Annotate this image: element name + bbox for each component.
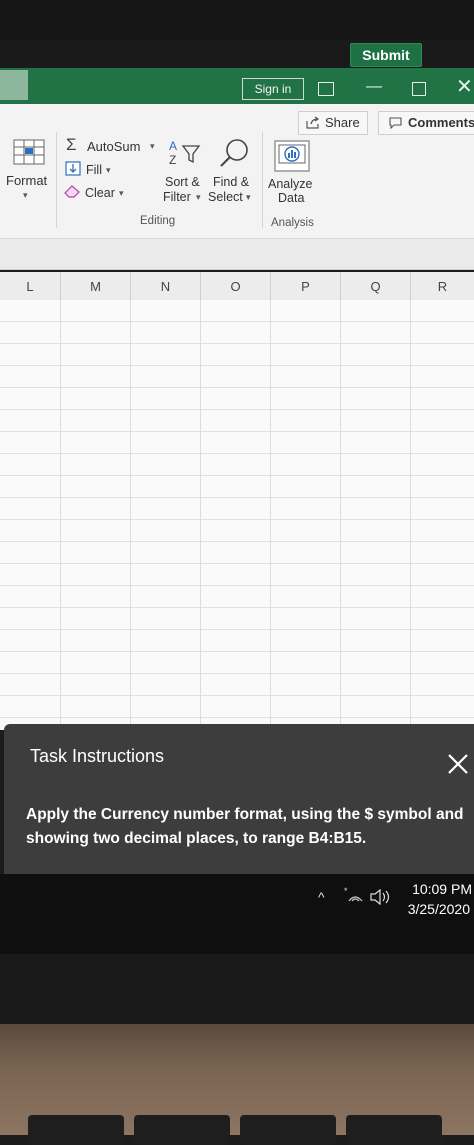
sort-filter-button[interactable]: Filter	[163, 190, 191, 204]
gridline	[130, 300, 131, 730]
editing-group-label: Editing	[140, 215, 176, 227]
column-header-q[interactable]: Q	[341, 272, 411, 300]
clock-time[interactable]: 10:09 PM	[396, 881, 472, 897]
gridline	[270, 300, 271, 730]
sort-filter-dropdown-arrow[interactable]: ▾	[196, 192, 201, 203]
worksheet-grid[interactable]	[0, 300, 474, 730]
eraser-icon	[64, 185, 80, 198]
keyboard-key	[346, 1115, 442, 1145]
task-title: Task Instructions	[30, 746, 165, 766]
sum-icon: Σ	[66, 135, 77, 154]
clear-dropdown-arrow[interactable]: ▾	[119, 188, 124, 199]
comment-icon	[389, 117, 402, 129]
analyze-data-label-line2[interactable]: Data	[278, 191, 304, 205]
analyze-data-icon[interactable]	[274, 140, 310, 172]
column-header-m[interactable]: M	[61, 272, 131, 300]
task-instructions-text: Apply the Currency number format, using …	[26, 806, 464, 847]
format-cells-icon[interactable]	[12, 138, 46, 166]
autosum-button[interactable]: AutoSum	[87, 139, 140, 154]
comments-button[interactable]: Comments	[378, 111, 474, 135]
share-icon	[306, 116, 320, 129]
find-select-dropdown-arrow[interactable]: ▾	[246, 192, 251, 203]
svg-text:Z: Z	[169, 153, 176, 167]
fill-down-icon	[65, 161, 81, 176]
autosum-dropdown-arrow[interactable]: ▾	[150, 141, 155, 152]
ribbon-separator	[262, 132, 263, 228]
format-dropdown-arrow[interactable]: ▾	[23, 190, 28, 201]
minimize-button[interactable]: —	[366, 77, 382, 97]
keyboard-key	[240, 1115, 336, 1145]
excel-title-bar	[0, 68, 474, 104]
gridline	[340, 300, 341, 730]
share-button[interactable]: Share	[298, 111, 368, 135]
volume-icon[interactable]	[370, 889, 392, 905]
svg-text:A: A	[169, 139, 177, 153]
clear-button[interactable]: Clear	[85, 186, 115, 200]
clock-date[interactable]: 3/25/2020	[396, 901, 470, 917]
find-select-button[interactable]: Select	[208, 190, 243, 204]
column-headers: L M N O P Q R	[0, 272, 474, 301]
window-close-button[interactable]: ✕	[456, 76, 474, 98]
comments-label: Comments	[408, 115, 474, 130]
sort-filter-label-line1[interactable]: Sort &	[165, 175, 200, 189]
column-header-n[interactable]: N	[131, 272, 201, 300]
share-label: Share	[325, 115, 360, 130]
gridline	[410, 300, 411, 730]
keyboard-key	[134, 1115, 230, 1145]
title-bar-left-block	[0, 70, 28, 100]
column-header-l[interactable]: L	[0, 272, 61, 300]
fill-button[interactable]: Fill	[86, 163, 102, 177]
show-hidden-icons-icon[interactable]: ^	[318, 889, 325, 905]
gridline	[60, 300, 61, 730]
sign-in-button[interactable]: Sign in	[242, 78, 304, 100]
top-strip	[0, 0, 474, 40]
svg-text:*: *	[344, 887, 348, 896]
keyboard-key	[28, 1115, 124, 1145]
wifi-icon[interactable]: *	[344, 887, 364, 903]
ribbon-separator	[56, 132, 57, 228]
column-header-r[interactable]: R	[411, 272, 474, 300]
analyze-data-button[interactable]: Analyze	[268, 177, 312, 191]
close-icon[interactable]	[446, 752, 470, 776]
search-icon	[220, 139, 248, 167]
analysis-group-label: Analysis	[271, 217, 314, 229]
restore-button[interactable]	[412, 82, 426, 96]
column-header-p[interactable]: P	[271, 272, 341, 300]
format-button[interactable]: Format	[6, 173, 47, 188]
ribbon-display-icon[interactable]	[318, 82, 334, 96]
fill-dropdown-arrow[interactable]: ▾	[106, 165, 111, 176]
gridline	[200, 300, 201, 730]
column-header-o[interactable]: O	[201, 272, 271, 300]
laptop-bezel	[0, 954, 474, 1024]
submit-button[interactable]: Submit	[350, 43, 422, 67]
formula-bar-area[interactable]	[0, 239, 474, 270]
sort-filter-icon: A Z	[169, 139, 201, 167]
find-select-label-line1[interactable]: Find &	[213, 175, 249, 189]
